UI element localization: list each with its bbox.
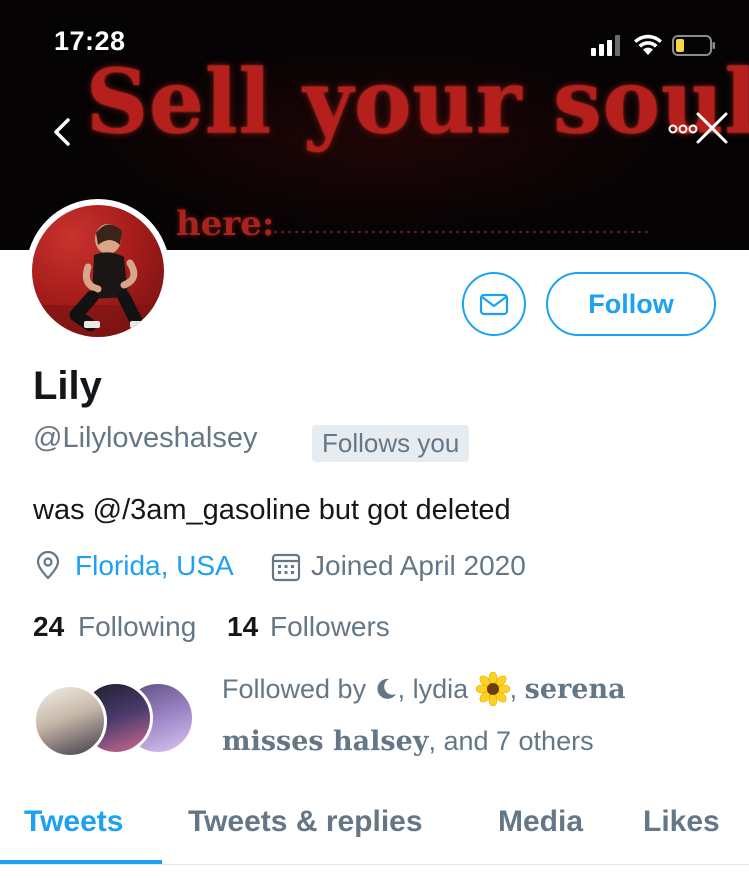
banner-dotted-line bbox=[272, 230, 652, 234]
following-label[interactable]: Following bbox=[78, 611, 196, 643]
status-time: 17:28 bbox=[54, 26, 126, 56]
following-count[interactable]: 24 bbox=[33, 611, 64, 643]
follows-you-badge: Follows you bbox=[312, 425, 470, 462]
battery-icon bbox=[672, 35, 715, 56]
followed-by-name-lydia: lydia bbox=[412, 674, 469, 704]
cellular-signal-icon bbox=[591, 34, 623, 56]
followed-by-separator-2: , bbox=[509, 674, 525, 704]
profile-location[interactable]: Florida, USA bbox=[75, 550, 234, 582]
banner-text-line2: here: bbox=[176, 204, 275, 244]
follow-button[interactable]: Follow bbox=[546, 272, 716, 336]
followed-by-name-misses-halsey: misses halsey bbox=[222, 726, 429, 757]
wifi-icon bbox=[634, 34, 662, 55]
avatar-figure bbox=[32, 224, 164, 337]
tabs-divider bbox=[0, 864, 749, 865]
profile-bio: was @/3am_gasoline but got deleted bbox=[33, 494, 511, 526]
join-date: Joined April 2020 bbox=[311, 550, 526, 581]
followed-by-line1[interactable]: Followed by , lydia , serena bbox=[222, 672, 626, 706]
crescent-moon-icon bbox=[376, 678, 396, 699]
followed-by-separator: , bbox=[397, 674, 413, 704]
display-name: Lily bbox=[33, 364, 102, 408]
tab-likes[interactable]: Likes bbox=[643, 805, 720, 839]
location-pin-icon bbox=[36, 551, 60, 580]
followed-by-line2[interactable]: misses halsey, and 7 others bbox=[222, 726, 594, 757]
envelope-icon bbox=[479, 293, 509, 316]
calendar-icon bbox=[271, 553, 301, 582]
followed-by-name-serena: serena bbox=[524, 674, 626, 705]
followers-label[interactable]: Followers bbox=[270, 611, 390, 643]
user-handle: @Lilyloveshalsey bbox=[33, 422, 258, 454]
follower-avatar[interactable] bbox=[33, 684, 107, 758]
avatar-photo bbox=[32, 205, 164, 337]
close-icon[interactable] bbox=[694, 110, 730, 146]
banner-text-line1: Sell your soul bbox=[86, 50, 749, 155]
profile-avatar[interactable] bbox=[26, 199, 170, 343]
followed-by-prefix: Followed by bbox=[222, 674, 374, 704]
sunflower-icon bbox=[475, 672, 510, 706]
tab-media[interactable]: Media bbox=[498, 805, 583, 839]
tab-tweets[interactable]: Tweets bbox=[24, 805, 123, 839]
message-button[interactable] bbox=[462, 272, 526, 336]
tab-tweets-and-replies[interactable]: Tweets & replies bbox=[188, 805, 423, 839]
followed-by-suffix: , and 7 others bbox=[428, 726, 594, 756]
followers-count[interactable]: 14 bbox=[227, 611, 258, 643]
back-icon[interactable] bbox=[46, 112, 82, 152]
